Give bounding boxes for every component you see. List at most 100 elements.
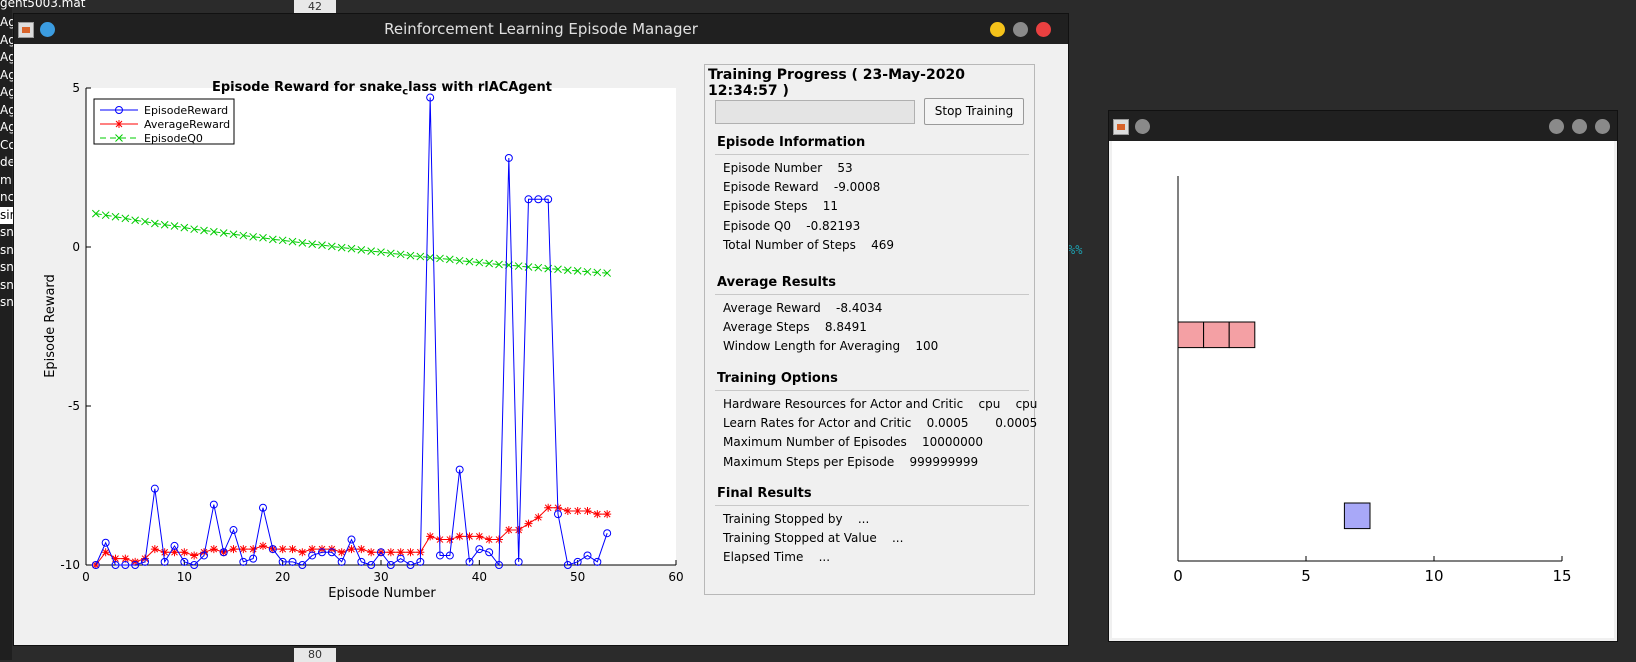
matlab-app-icon: [18, 22, 34, 38]
snake-segment: [1203, 321, 1230, 349]
data-point: [485, 535, 494, 544]
background-list-item[interactable]: Ag: [0, 102, 14, 120]
y-tick-label: 0: [72, 240, 80, 254]
snake-figure-canvas: 0 5 10 15: [1112, 141, 1614, 638]
maximize-icon[interactable]: [1572, 119, 1587, 134]
data-point: [298, 548, 307, 557]
minimize-icon[interactable]: [990, 22, 1005, 37]
data-point: [445, 535, 454, 544]
snake-x-tick-label: 15: [1552, 567, 1571, 585]
data-point: [563, 506, 572, 515]
episode-manager-window: Reinforcement Learning Episode Manager 0…: [13, 13, 1069, 646]
data-point: [386, 548, 395, 557]
section-divider: [715, 505, 1029, 506]
section-title: Training Options: [717, 371, 838, 386]
episode-reward-plot: 0 10 20 30 40 50 60 -10 -5 0 5 Episode Number Epis…: [43, 81, 684, 601]
data-point: [504, 526, 513, 535]
snake-game-axes: 0 5 10 15: [1173, 176, 1572, 585]
data-point: [475, 532, 484, 541]
close-icon[interactable]: [1036, 22, 1051, 37]
data-point: [583, 506, 592, 515]
data-point: [573, 506, 582, 515]
plot-area: [86, 88, 676, 565]
y-tick-label: 5: [72, 81, 80, 95]
background-list-item[interactable]: Ag: [0, 32, 14, 50]
background-list-item[interactable]: nc: [0, 189, 14, 207]
x-axis-label: Episode Number: [328, 586, 436, 601]
snake-segment: [1228, 321, 1256, 349]
data-point: [593, 510, 602, 519]
background-list-item[interactable]: m: [0, 172, 14, 190]
y-tick-label: -5: [68, 399, 80, 413]
data-point: [150, 545, 159, 554]
background-line-number-top: 42: [294, 0, 336, 14]
plot-title: Episode Reward for snakeclass with rlACA…: [212, 80, 552, 98]
y-tick-label: -10: [60, 558, 80, 572]
background-list-item[interactable]: sir: [0, 206, 14, 224]
training-info-row: Episode Steps 11: [723, 199, 839, 214]
section-divider: [715, 154, 1029, 155]
snake-figure-window: 0 5 10 15: [1108, 110, 1618, 642]
background-list-item[interactable]: Ag: [0, 67, 14, 85]
data-point: [406, 548, 415, 557]
background-list-item[interactable]: sn: [0, 277, 14, 295]
background-list-item[interactable]: de: [0, 154, 14, 172]
training-info-row: Average Reward -8.4034: [723, 301, 883, 315]
training-info-row: Training Stopped at Value ...: [723, 531, 904, 546]
sticky-icon[interactable]: [1135, 119, 1150, 134]
background-list-item[interactable]: Ag: [0, 119, 14, 137]
legend-label: EpisodeReward: [144, 104, 228, 117]
stop-training-button[interactable]: Stop Training: [924, 98, 1024, 125]
background-list-item[interactable]: sn: [0, 224, 14, 242]
data-point: [259, 541, 267, 550]
sticky-icon[interactable]: [40, 22, 55, 37]
data-point: [367, 548, 376, 557]
background-list-item[interactable]: Ag: [0, 14, 14, 32]
minimize-icon[interactable]: [1549, 119, 1564, 134]
snake-window-titlebar[interactable]: [1109, 111, 1617, 141]
x-tick-label: 60: [668, 570, 683, 584]
training-info-row: Hardware Resources for Actor and Critic …: [723, 397, 1038, 411]
snake-segment: [1177, 321, 1205, 349]
training-info-row: Maximum Steps per Episode 999999999: [723, 454, 979, 469]
training-info-row: Average Steps 8.8491: [723, 320, 867, 335]
snake-x-tick-label: 10: [1424, 567, 1443, 585]
x-tick-label: 20: [275, 570, 290, 584]
background-list-item[interactable]: Co: [0, 137, 14, 155]
training-progress-panel: Training Progress ( 23-May-2020 12:34:57…: [704, 64, 1038, 595]
data-point: [190, 551, 199, 560]
background-list-item[interactable]: sn: [0, 294, 14, 312]
training-progress-header: Training Progress ( 23-May-2020 12:34:57…: [708, 67, 965, 99]
training-info-row: Episode Number 53: [723, 161, 853, 175]
training-info-row: Learn Rates for Actor and Critic 0.0005 …: [723, 416, 1038, 431]
background-list-item[interactable]: Ag: [0, 49, 14, 67]
training-info-row: Elapsed Time ...: [723, 550, 831, 565]
background-list-item[interactable]: sn: [0, 242, 14, 260]
legend-label: AverageReward: [144, 118, 230, 131]
data-point: [288, 545, 297, 554]
x-tick-label: 30: [373, 570, 388, 584]
close-icon[interactable]: [1595, 119, 1610, 134]
x-tick-label: 50: [570, 570, 585, 584]
section-divider: [715, 390, 1029, 391]
window-titlebar[interactable]: Reinforcement Learning Episode Manager: [14, 14, 1068, 44]
data-point: [603, 510, 612, 519]
legend-marker: [115, 120, 123, 128]
maximize-icon[interactable]: [1013, 22, 1028, 37]
data-point: [426, 532, 435, 541]
x-tick-label: 10: [177, 570, 192, 584]
snake-x-tick-label: 5: [1301, 567, 1311, 585]
background-command-text: %%: [1068, 243, 1083, 257]
background-list-item[interactable]: sn: [0, 259, 14, 277]
background-filename: gent5003.mat: [0, 0, 86, 10]
training-info-row: Total Number of Steps 469: [723, 237, 894, 252]
background-file-list: Ag Ag Ag Ag Ag Ag Ag Co de m nc sir sn sn sn sn sn: [0, 14, 14, 344]
snake-x-tick-label: 0: [1173, 567, 1183, 585]
x-tick-label: 40: [472, 570, 487, 584]
section-divider: [715, 294, 1029, 295]
background-list-item[interactable]: Ag: [0, 84, 14, 102]
training-info-row: Episode Reward -9.0008: [723, 180, 881, 195]
data-point: [160, 548, 169, 557]
matlab-app-icon: [1113, 119, 1129, 135]
data-point: [229, 545, 238, 554]
